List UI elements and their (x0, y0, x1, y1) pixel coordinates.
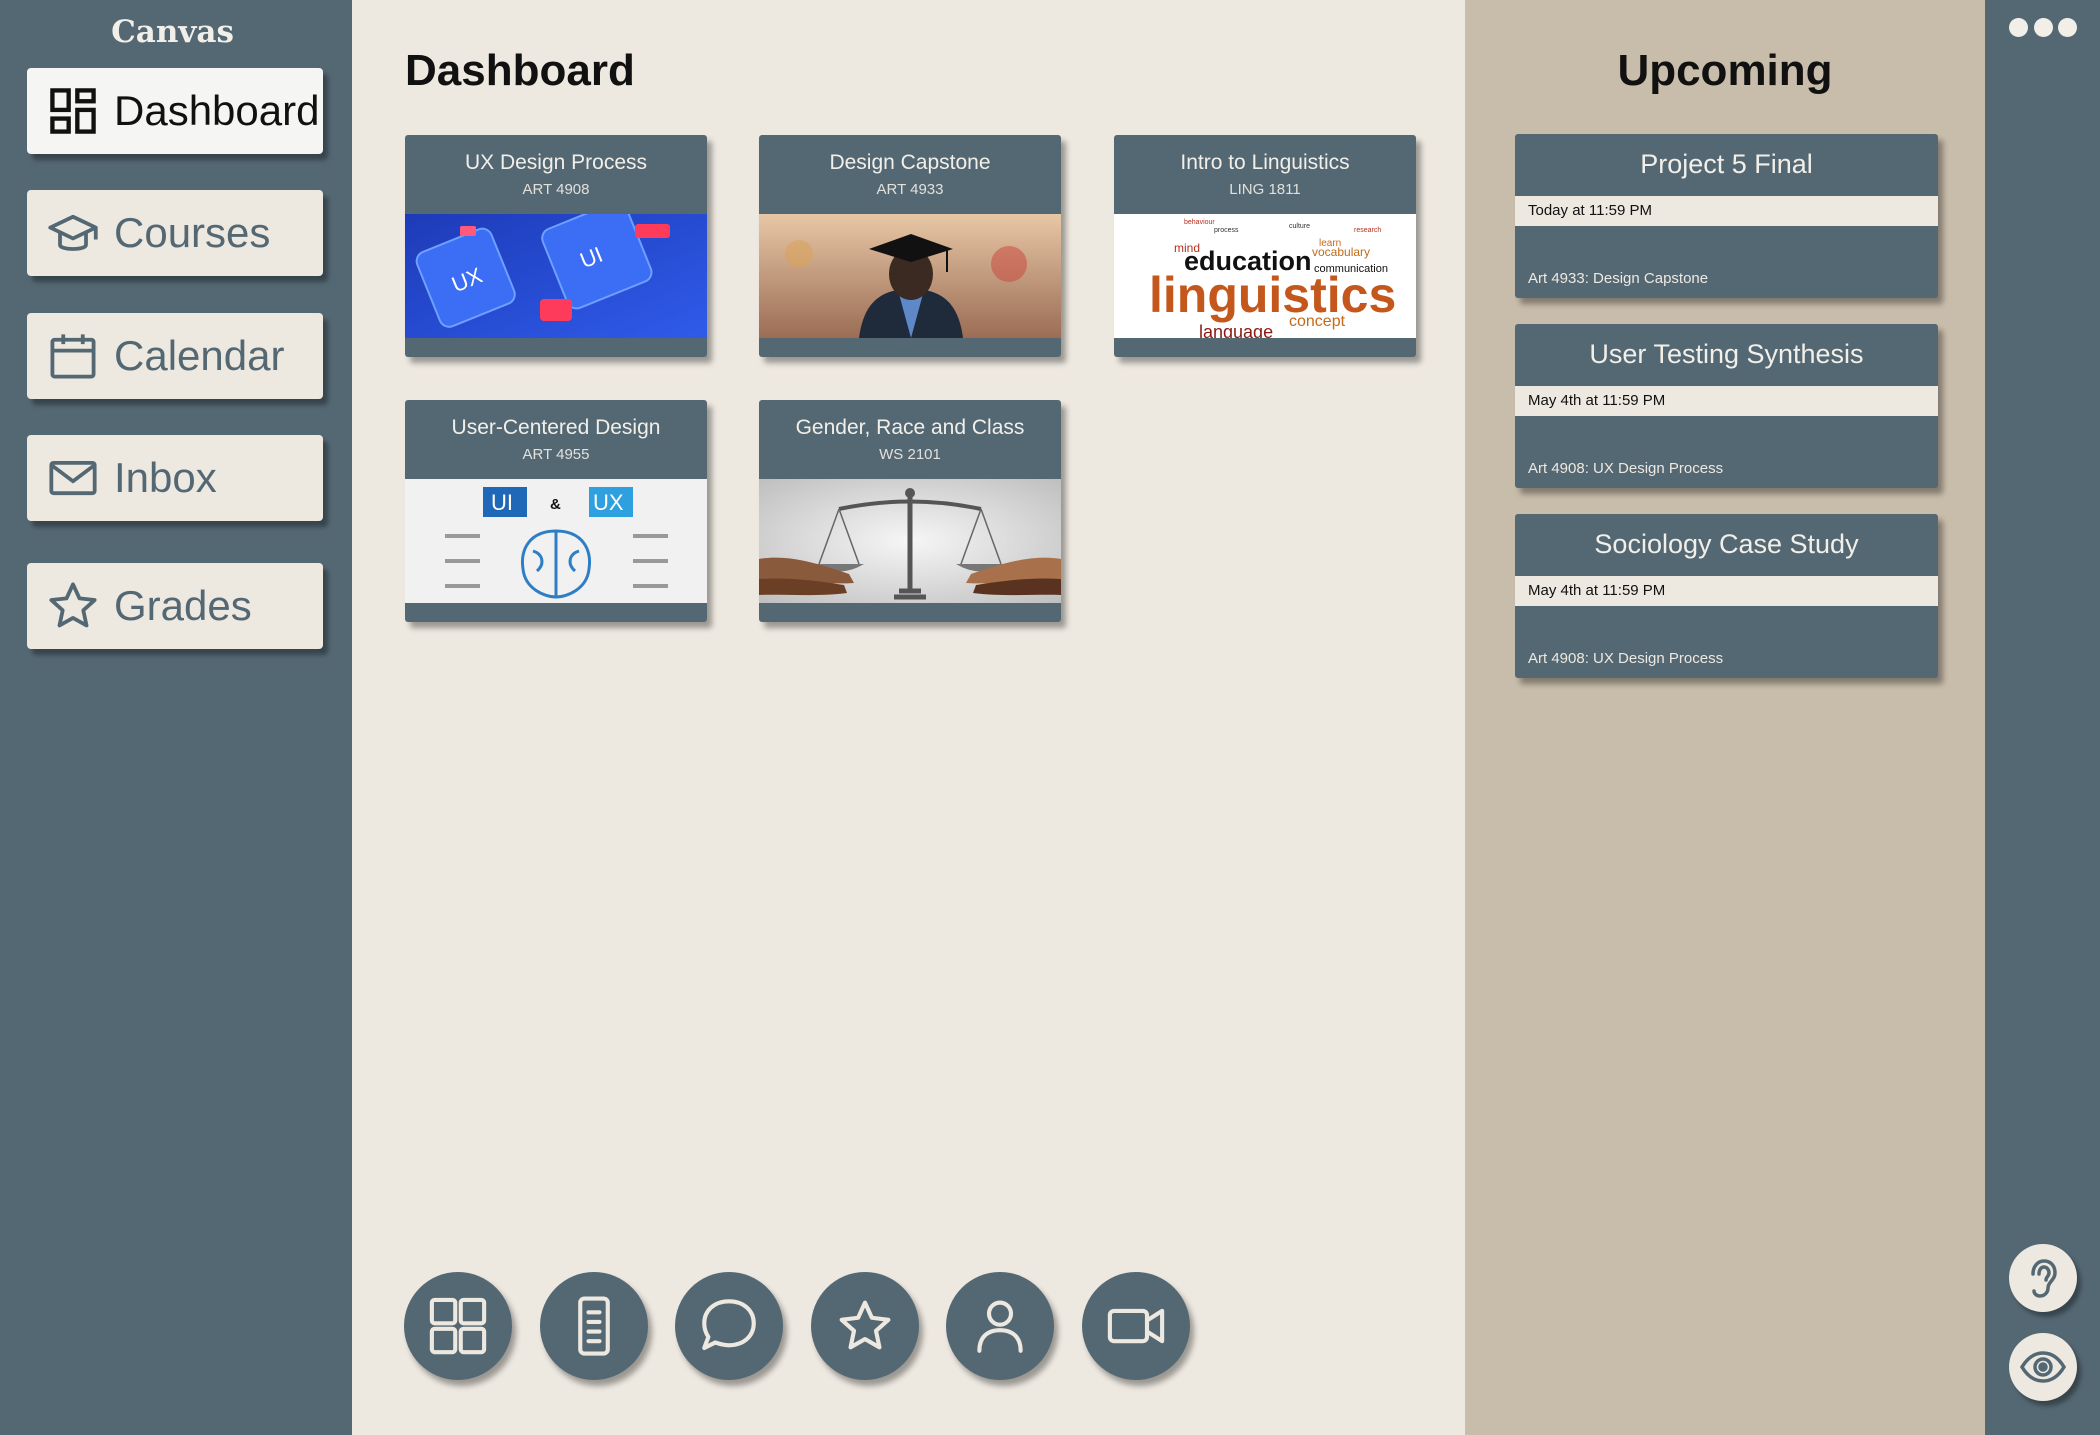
course-card-design-capstone[interactable]: Design Capstone ART 4933 (759, 135, 1061, 357)
sidebar-item-dashboard[interactable]: Dashboard (27, 68, 323, 154)
grid-view-button[interactable] (404, 1272, 512, 1380)
svg-text:language: language (1199, 322, 1273, 338)
visual-accessibility-button[interactable] (2009, 1333, 2077, 1401)
sidebar-item-label: Dashboard (114, 87, 320, 134)
dashboard-icon (47, 85, 99, 137)
more-dots-icon[interactable] (2009, 14, 2077, 40)
grid-icon (425, 1293, 491, 1359)
svg-text:linguistics: linguistics (1149, 267, 1396, 323)
sidebar-item-label: Calendar (114, 332, 285, 379)
assignment-course: Art 4933: Design Capstone (1528, 270, 1709, 287)
assignment-course: Art 4908: UX Design Process (1528, 650, 1724, 667)
assignment-title: Sociology Case Study (1594, 529, 1859, 559)
right-rail (1985, 0, 2100, 1435)
upcoming-item[interactable]: Sociology Case Study May 4th at 11:59 PM… (1515, 514, 1938, 678)
due-date: May 4th at 11:59 PM (1515, 386, 1938, 416)
sidebar-item-inbox[interactable]: Inbox (27, 435, 323, 521)
sidebar-item-calendar[interactable]: Calendar (27, 313, 323, 399)
profile-button[interactable] (946, 1272, 1054, 1380)
mail-icon (47, 452, 99, 504)
course-title: Design Capstone (829, 151, 991, 174)
sidebar-item-label: Courses (114, 209, 271, 256)
main-content: Dashboard UX Design Process ART 4908 UX … (352, 0, 1465, 1435)
ui-ux-brain-image: UI & UX (405, 479, 707, 603)
video-button[interactable] (1082, 1272, 1190, 1380)
upcoming-item[interactable]: User Testing Synthesis May 4th at 11:59 … (1515, 324, 1938, 488)
course-code: WS 2101 (879, 446, 941, 463)
eye-icon (2019, 1343, 2067, 1391)
sidebar-item-courses[interactable]: Courses (27, 190, 323, 276)
course-title: Gender, Race and Class (795, 416, 1025, 439)
assignment-title: User Testing Synthesis (1589, 339, 1864, 369)
course-title: UX Design Process (464, 151, 648, 174)
course-code: LING 1811 (1229, 181, 1301, 198)
graduate-image (759, 214, 1061, 338)
document-icon (561, 1293, 627, 1359)
svg-text:behaviour: behaviour (1184, 219, 1215, 226)
chat-button[interactable] (675, 1272, 783, 1380)
graduation-cap-icon (47, 207, 99, 259)
svg-text:culture: culture (1289, 223, 1310, 230)
course-code: ART 4955 (522, 446, 590, 463)
svg-text:UX: UX (593, 490, 624, 515)
video-camera-icon (1103, 1293, 1169, 1359)
course-code: ART 4933 (876, 181, 944, 198)
upcoming-title: Upcoming (1617, 46, 1833, 95)
due-date: Today at 11:59 PM (1515, 196, 1938, 226)
scales-of-justice-image (759, 479, 1061, 603)
course-title: User-Centered Design (451, 416, 661, 439)
sidebar-item-label: Grades (114, 582, 252, 629)
document-button[interactable] (540, 1272, 648, 1380)
course-card-user-centered-design[interactable]: User-Centered Design ART 4955 UI & UX (405, 400, 707, 622)
upcoming-panel: Upcoming Project 5 Final Today at 11:59 … (1465, 0, 1985, 1435)
svg-text:process: process (1214, 227, 1239, 234)
brand-logo: Canvas (111, 14, 234, 50)
course-code: ART 4908 (522, 181, 590, 198)
svg-text:UI: UI (491, 490, 513, 515)
svg-text:concept: concept (1289, 313, 1346, 330)
svg-text:&: & (550, 496, 561, 513)
sidebar: Canvas Dashboard Courses Calendar Inbox … (0, 0, 352, 1435)
course-card-gender-race-and-class[interactable]: Gender, Race and Class WS 2101 (759, 400, 1061, 622)
svg-text:learn: learn (1319, 238, 1341, 249)
sidebar-item-grades[interactable]: Grades (27, 563, 323, 649)
course-card-ux-design-process[interactable]: UX Design Process ART 4908 UX UI (405, 135, 707, 357)
ear-icon (2019, 1254, 2067, 1302)
favorites-button[interactable] (811, 1272, 919, 1380)
course-title: Intro to Linguistics (1180, 151, 1350, 174)
user-icon (967, 1293, 1033, 1359)
sidebar-item-label: Inbox (114, 454, 217, 501)
upcoming-item[interactable]: Project 5 Final Today at 11:59 PM Art 49… (1515, 134, 1938, 298)
audio-accessibility-button[interactable] (2009, 1244, 2077, 1312)
assignment-title: Project 5 Final (1640, 149, 1813, 179)
star-icon (832, 1293, 898, 1359)
due-date: May 4th at 11:59 PM (1515, 576, 1938, 606)
ux-phones-image: UX UI (405, 214, 707, 338)
star-icon (47, 580, 99, 632)
linguistics-word-cloud-image: behaviour process mind education vocabul… (1114, 214, 1416, 338)
page-title: Dashboard (405, 46, 635, 95)
svg-text:research: research (1354, 227, 1381, 234)
calendar-icon (47, 330, 99, 382)
assignment-course: Art 4908: UX Design Process (1528, 460, 1724, 477)
chat-bubble-icon (696, 1293, 762, 1359)
course-card-intro-to-linguistics[interactable]: Intro to Linguistics LING 1811 behaviour… (1114, 135, 1416, 357)
